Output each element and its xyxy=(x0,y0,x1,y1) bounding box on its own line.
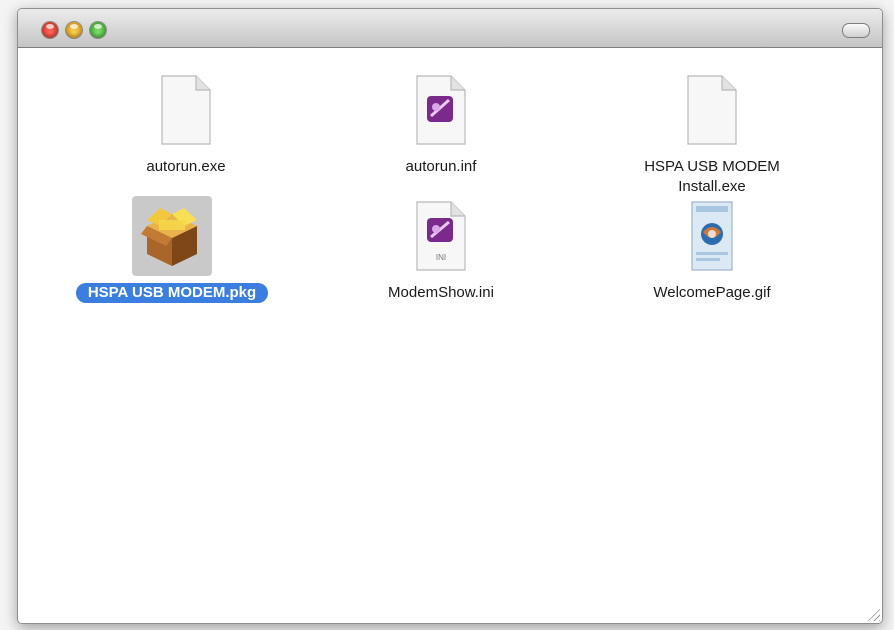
blank-document-icon[interactable] xyxy=(146,70,226,150)
resize-grip-icon[interactable] xyxy=(866,607,880,621)
zoom-icon[interactable] xyxy=(90,22,106,38)
file-name[interactable]: autorun.exe xyxy=(134,157,237,177)
file-name[interactable]: WelcomePage.gif xyxy=(641,283,782,303)
file-item-modemshow-ini[interactable]: INI ModemShow.ini xyxy=(311,196,571,303)
file-icon-view[interactable]: autorun.exe autorun.inf HSPA USB MODEM I… xyxy=(18,48,882,623)
file-item-install-exe[interactable]: HSPA USB MODEM Install.exe xyxy=(582,70,842,197)
inf-document-icon[interactable] xyxy=(401,70,481,150)
file-name[interactable]: HSPA USB MODEM.pkg xyxy=(75,283,269,303)
file-name[interactable]: HSPA USB MODEM Install.exe xyxy=(632,157,792,197)
file-name[interactable]: autorun.inf xyxy=(394,157,489,177)
file-item-autorun-inf[interactable]: autorun.inf xyxy=(311,70,571,177)
finder-window: autorun.exe autorun.inf HSPA USB MODEM I… xyxy=(17,8,883,624)
file-item-modem-pkg[interactable]: HSPA USB MODEM.pkg xyxy=(42,196,302,303)
title-bar[interactable] xyxy=(18,9,882,48)
package-box-icon[interactable] xyxy=(132,196,212,276)
ini-badge: INI xyxy=(436,253,446,262)
file-name[interactable]: ModemShow.ini xyxy=(376,283,506,303)
file-item-autorun-exe[interactable]: autorun.exe xyxy=(56,70,316,177)
file-item-welcomepage-gif[interactable]: WelcomePage.gif xyxy=(582,196,842,303)
gif-image-icon[interactable] xyxy=(672,196,752,276)
ini-document-icon[interactable]: INI xyxy=(401,196,481,276)
close-icon[interactable] xyxy=(42,22,58,38)
blank-document-icon[interactable] xyxy=(672,70,752,150)
minimize-icon[interactable] xyxy=(66,22,82,38)
toolbar-toggle-icon[interactable] xyxy=(842,23,870,38)
